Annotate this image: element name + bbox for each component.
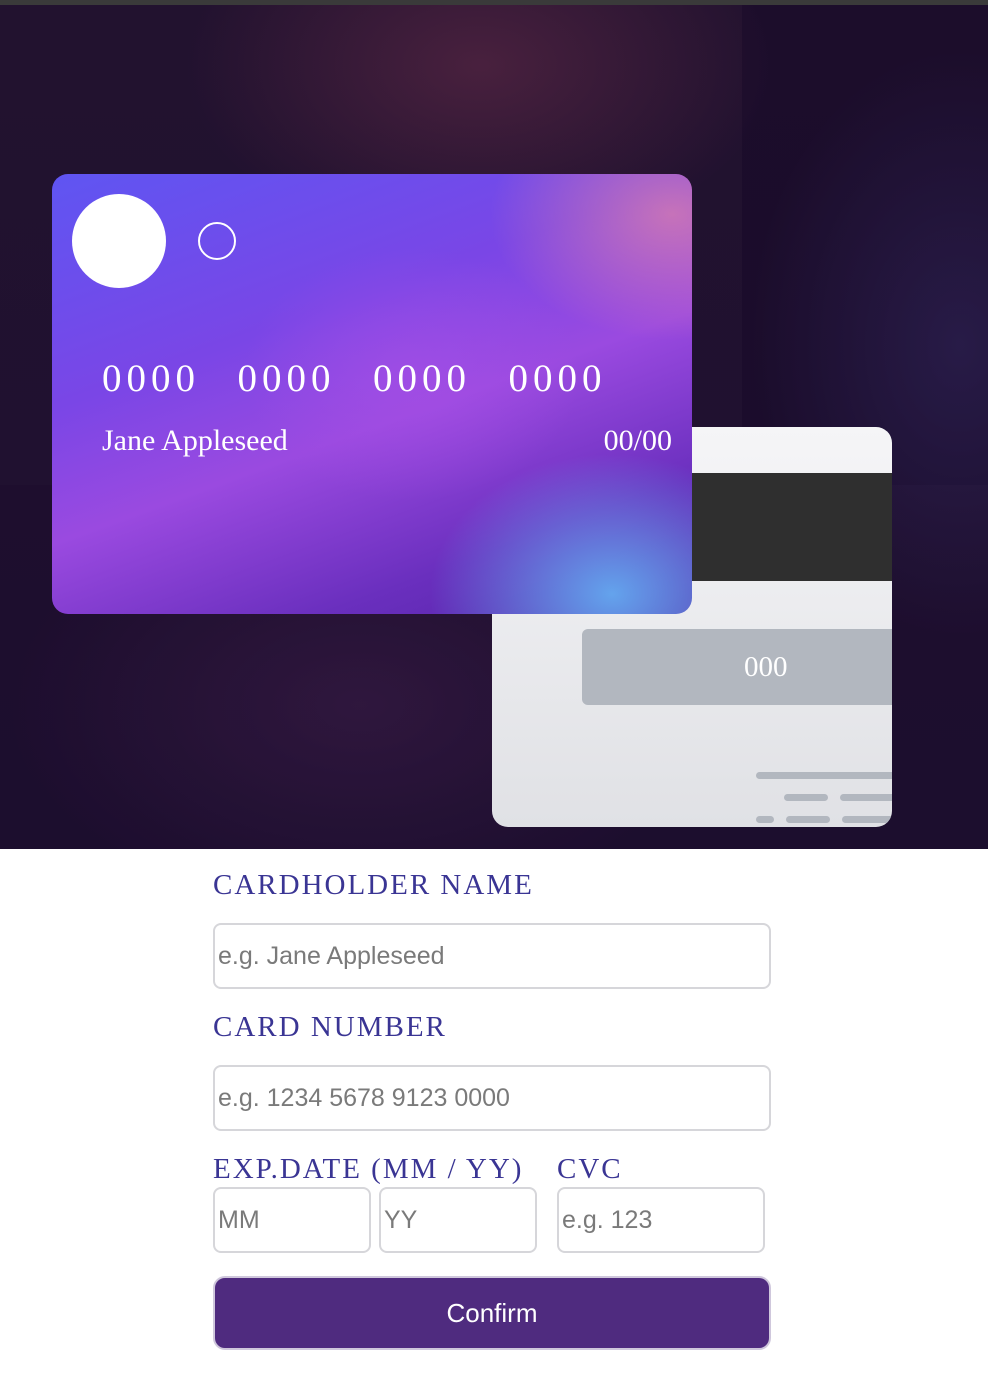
hero-background: 000 0000 0000 0000 0000 Jane Appleseed 0… <box>0 5 988 849</box>
expiry-year-input[interactable] <box>379 1187 537 1253</box>
decorative-dash <box>840 794 892 801</box>
card-expiry-display: 00/00 <box>603 424 672 457</box>
card-logo-circle-icon <box>72 194 166 288</box>
expiry-date-label: EXP.DATE (MM / YY) <box>213 1153 524 1185</box>
cvc-label: CVC <box>557 1153 623 1185</box>
card-number-input[interactable] <box>213 1065 771 1131</box>
card-front: 0000 0000 0000 0000 Jane Appleseed 00/00 <box>52 174 692 614</box>
cvc-input[interactable] <box>557 1187 765 1253</box>
decorative-dash <box>786 816 830 823</box>
decorative-dash <box>842 816 892 823</box>
cardholder-name-label: CARDHOLDER NAME <box>213 869 534 901</box>
card-logo-ring-icon <box>198 222 236 260</box>
decorative-dash <box>756 772 892 779</box>
card-number-display: 0000 0000 0000 0000 <box>102 357 607 400</box>
expiry-month-input[interactable] <box>213 1187 371 1253</box>
decorative-dash <box>784 794 828 801</box>
background-panel <box>742 5 988 485</box>
confirm-button[interactable]: Confirm <box>213 1276 771 1350</box>
card-number-label: CARD NUMBER <box>213 1011 447 1043</box>
decorative-dash <box>756 816 774 823</box>
card-back-cvc: 000 <box>582 629 892 705</box>
cardholder-name-input[interactable] <box>213 923 771 989</box>
cardholder-name-display: Jane Appleseed <box>102 424 288 457</box>
